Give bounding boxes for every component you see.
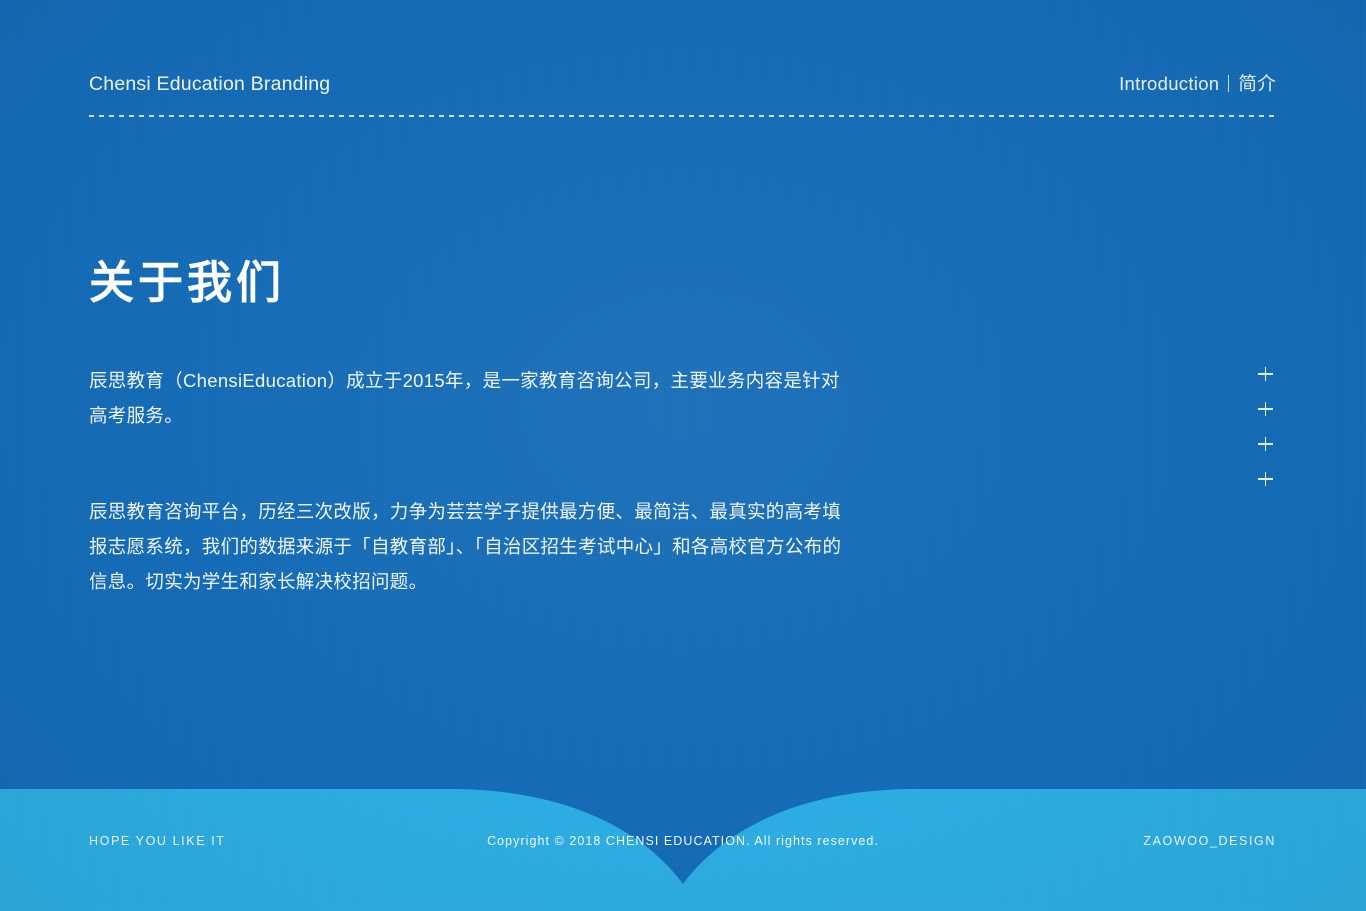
paragraph-company-intro: 辰思教育（ChensiEducation）成立于2015年，是一家教育咨询公司，… (89, 370, 840, 427)
footer-credit: ZAOWOO_DESIGN (1143, 834, 1276, 848)
slide-header: Chensi Education Branding Introduction 简… (89, 70, 1276, 120)
plus-marks-group (1258, 366, 1274, 506)
section-label-en: Introduction (1119, 73, 1220, 94)
slide-footer: HOPE YOU LIKE IT Copyright © 2018 CHENSI… (0, 773, 1366, 911)
section-label: Introduction 简介 (1119, 70, 1276, 96)
paragraph-platform-intro: 辰思教育咨询平台，历经三次改版，力争为芸芸学子提供最方便、最简洁、最真实的高考填… (89, 501, 842, 593)
page-title: 关于我们 (89, 257, 286, 308)
slide-content: 关于我们 辰思教育（ChensiEducation）成立于2015年，是一家教育… (89, 257, 889, 599)
footer-copyright: Copyright © 2018 CHENSI EDUCATION. All r… (487, 834, 879, 848)
section-label-cn: 简介 (1238, 73, 1276, 94)
vertical-divider-icon (1228, 75, 1230, 92)
plus-icon (1258, 401, 1274, 436)
header-dashed-rule (89, 115, 1276, 117)
presentation-slide: Chensi Education Branding Introduction 简… (0, 0, 1366, 911)
footer-tagline: HOPE YOU LIKE IT (89, 834, 226, 848)
brand-title: Chensi Education Branding (89, 73, 331, 95)
plus-icon (1258, 436, 1274, 471)
plus-icon (1258, 366, 1274, 401)
header-row: Chensi Education Branding Introduction 简… (89, 70, 1276, 96)
plus-icon (1258, 471, 1274, 506)
